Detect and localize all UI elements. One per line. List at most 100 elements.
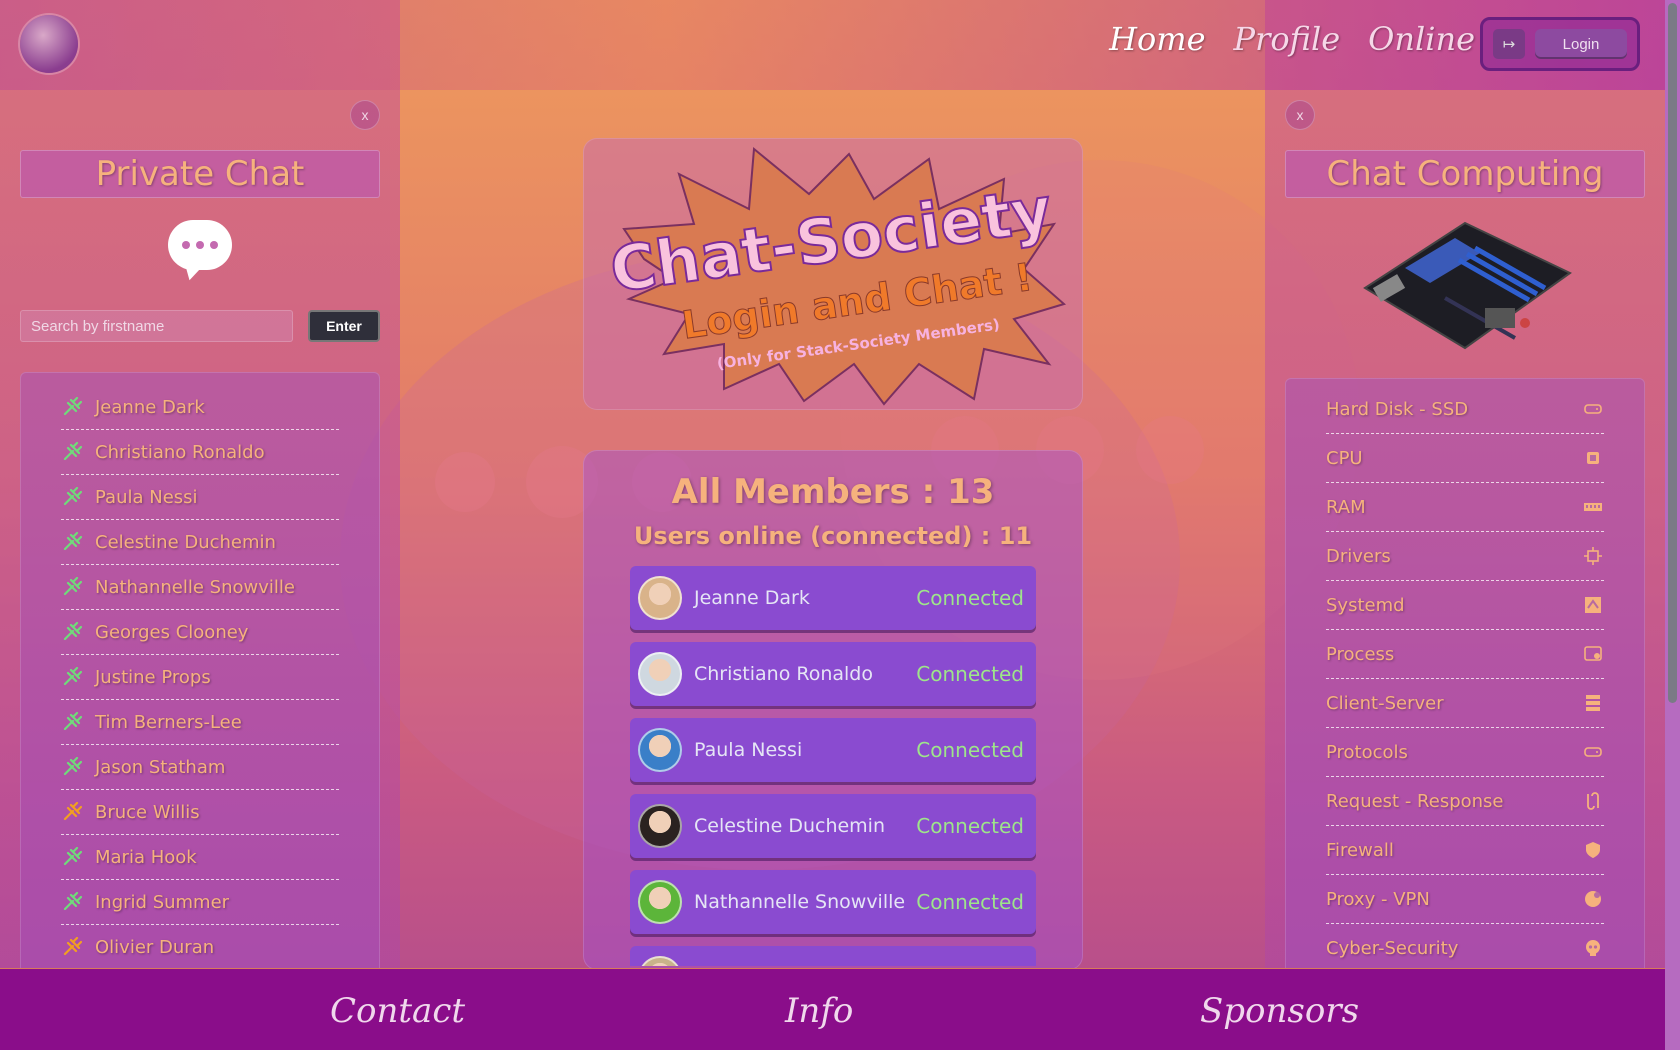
connected-users-list: Jeanne Dark Connected Christiano Ronaldo…	[630, 566, 1036, 966]
computing-topic-item[interactable]: CPU	[1326, 434, 1604, 483]
private-chat-member-name: Olivier Duran	[95, 936, 215, 958]
computing-topic-label: Process	[1326, 643, 1395, 665]
computing-topic-item[interactable]: Request - Response	[1326, 777, 1604, 826]
connected-status: Connected	[916, 814, 1024, 838]
private-chat-member[interactable]: Maria Hook	[61, 835, 339, 880]
private-chat-member[interactable]: Christiano Ronaldo	[61, 430, 339, 475]
private-chat-member[interactable]: Jason Statham	[61, 745, 339, 790]
process-icon	[1582, 643, 1604, 665]
online-plug-icon	[61, 756, 83, 778]
main-nav: Home Profile Online	[1109, 20, 1475, 58]
cpu-icon	[1582, 447, 1604, 469]
private-chat-member-name: Justine Props	[95, 666, 211, 688]
login-button[interactable]: Login	[1535, 29, 1627, 59]
request-icon	[1582, 790, 1604, 812]
page-scrollbar[interactable]	[1665, 0, 1680, 1050]
systemd-icon	[1582, 594, 1604, 616]
computing-topic-label: Systemd	[1326, 594, 1405, 616]
computing-topic-label: Client-Server	[1326, 692, 1444, 714]
online-plug-icon	[61, 711, 83, 733]
hero-banner: Chat-Society Login and Chat ! (Only for …	[583, 138, 1083, 410]
connected-status: Connected	[916, 586, 1024, 610]
computing-topic-label: Protocols	[1326, 741, 1408, 763]
computing-topic-item[interactable]: Cyber-Security	[1326, 924, 1604, 973]
chat-computing-list: Hard Disk - SSD CPU RAM Drivers Systemd …	[1285, 378, 1645, 1005]
computing-topic-item[interactable]: Proxy - VPN	[1326, 875, 1604, 924]
computing-topic-item[interactable]: RAM	[1326, 483, 1604, 532]
footer: Contact Info Sponsors	[0, 968, 1665, 1050]
connected-user-row[interactable]: Christiano Ronaldo Connected	[630, 642, 1036, 706]
koala-logo[interactable]	[20, 15, 78, 73]
footer-info-link[interactable]: Info	[785, 991, 853, 1031]
hdd-icon	[1582, 398, 1604, 420]
connected-user-row[interactable]: Celestine Duchemin Connected	[630, 794, 1036, 858]
private-chat-member-name: Bruce Willis	[95, 801, 200, 823]
private-chat-member-name: Nathannelle Snowville	[95, 576, 295, 598]
private-chat-member[interactable]: Paula Nessi	[61, 475, 339, 520]
users-online-count: Users online (connected) : 11	[633, 522, 1033, 550]
private-chat-member[interactable]: Nathannelle Snowville	[61, 565, 339, 610]
hdd-icon	[1582, 741, 1604, 763]
avatar	[638, 956, 682, 966]
nav-profile[interactable]: Profile	[1234, 20, 1341, 58]
computing-topic-item[interactable]: Systemd	[1326, 581, 1604, 630]
private-chat-member-list: Jeanne Dark Christiano Ronaldo Paula Nes…	[20, 372, 380, 997]
shield-icon	[1582, 839, 1604, 861]
footer-sponsors-link[interactable]: Sponsors	[1200, 991, 1359, 1031]
online-plug-icon	[61, 576, 83, 598]
connected-user-row[interactable]: Nathannelle Snowville Connected	[630, 870, 1036, 934]
computing-topic-item[interactable]: Firewall	[1326, 826, 1604, 875]
connected-user-row[interactable]: Paula Nessi Connected	[630, 718, 1036, 782]
computing-topic-item[interactable]: Client-Server	[1326, 679, 1604, 728]
avatar	[638, 576, 682, 620]
connected-user-row[interactable]	[630, 946, 1036, 966]
connected-status: Connected	[916, 890, 1024, 914]
close-right-panel-button[interactable]: x	[1285, 100, 1315, 130]
computing-topic-label: Proxy - VPN	[1326, 888, 1430, 910]
connected-status: Connected	[916, 662, 1024, 686]
connected-user-row[interactable]: Jeanne Dark Connected	[630, 566, 1036, 630]
private-chat-member-name: Maria Hook	[95, 846, 197, 868]
nav-home[interactable]: Home	[1109, 20, 1205, 58]
close-left-panel-button[interactable]: x	[350, 100, 380, 130]
nav-online[interactable]: Online	[1368, 20, 1475, 58]
computing-topic-item[interactable]: Process	[1326, 630, 1604, 679]
computing-topic-item[interactable]: Drivers	[1326, 532, 1604, 581]
private-chat-member[interactable]: Celestine Duchemin	[61, 520, 339, 565]
avatar	[638, 880, 682, 924]
computing-topic-label: Hard Disk - SSD	[1326, 398, 1469, 420]
private-chat-member[interactable]: Bruce Willis	[61, 790, 339, 835]
private-chat-member[interactable]: Olivier Duran	[61, 925, 339, 970]
motherboard-image	[1363, 221, 1572, 350]
private-chat-member-name: Paula Nessi	[95, 486, 198, 508]
driver-icon	[1582, 545, 1604, 567]
hero-starburst-graphic: Chat-Society Login and Chat ! (Only for …	[605, 147, 1067, 406]
private-chat-member[interactable]: Georges Clooney	[61, 610, 339, 655]
private-chat-member[interactable]: Tim Berners-Lee	[61, 700, 339, 745]
private-chat-member-name: Georges Clooney	[95, 621, 249, 643]
private-chat-member-name: Ingrid Summer	[95, 891, 230, 913]
computing-topic-item[interactable]: Hard Disk - SSD	[1326, 385, 1604, 434]
computing-topic-label: CPU	[1326, 447, 1363, 469]
online-plug-icon	[61, 666, 83, 688]
computing-topic-item[interactable]: Protocols	[1326, 728, 1604, 777]
computing-topic-label: RAM	[1326, 496, 1366, 518]
avatar	[638, 652, 682, 696]
private-chat-member[interactable]: Ingrid Summer	[61, 880, 339, 925]
skull-icon	[1582, 937, 1604, 959]
connected-user-name: Paula Nessi	[694, 739, 803, 761]
enter-button[interactable]: Enter	[308, 310, 380, 342]
private-chat-member-name: Jeanne Dark	[95, 396, 205, 418]
private-chat-member[interactable]: Jeanne Dark	[61, 385, 339, 430]
search-firstname-input[interactable]	[20, 310, 293, 342]
login-arrow-icon[interactable]: ↦	[1493, 29, 1525, 59]
computing-topic-label: Request - Response	[1326, 790, 1504, 812]
computing-topic-label: Cyber-Security	[1326, 937, 1459, 959]
scrollbar-thumb[interactable]	[1668, 3, 1677, 703]
private-chat-member[interactable]: Justine Props	[61, 655, 339, 700]
server-icon	[1582, 692, 1604, 714]
footer-contact-link[interactable]: Contact	[330, 991, 465, 1031]
private-chat-member-name: Christiano Ronaldo	[95, 441, 265, 463]
ram-icon	[1582, 496, 1604, 518]
private-chat-member-name: Tim Berners-Lee	[95, 711, 242, 733]
